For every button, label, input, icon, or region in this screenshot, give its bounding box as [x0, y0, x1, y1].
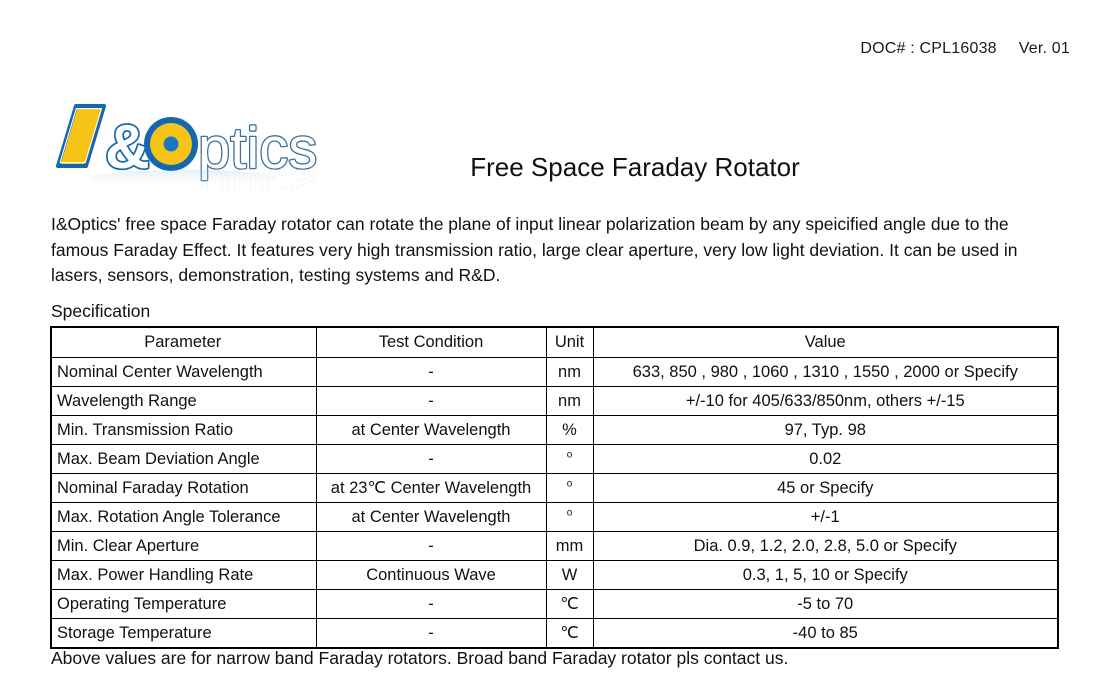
- column-header-unit: Unit: [545, 326, 594, 358]
- cell-value: 45 or Specify: [592, 473, 1059, 503]
- cell-value: Dia. 0.9, 1.2, 2.0, 2.8, 5.0 or Specify: [592, 531, 1059, 561]
- cell-parameter: Max. Rotation Angle Tolerance: [50, 502, 317, 532]
- cell-test-condition: -: [315, 386, 547, 416]
- cell-parameter: Wavelength Range: [50, 386, 317, 416]
- column-header-test-condition: Test Condition: [315, 326, 547, 358]
- table-row: Max. Power Handling Rate Continuous Wave…: [50, 560, 1059, 590]
- cell-test-condition: Continuous Wave: [315, 560, 547, 590]
- intro-paragraph: I&Optics' free space Faraday rotator can…: [51, 214, 1018, 285]
- cell-test-condition: -: [315, 589, 547, 619]
- cell-test-condition: at 23℃ Center Wavelength: [315, 473, 547, 503]
- cell-value: +/-1: [592, 502, 1059, 532]
- cell-value: -40 to 85: [592, 618, 1059, 649]
- cell-test-condition: -: [315, 357, 547, 387]
- cell-parameter: Max. Power Handling Rate: [50, 560, 317, 590]
- table-row: Max. Beam Deviation Angle - o 0.02: [50, 444, 1059, 474]
- cell-value: +/-10 for 405/633/850nm, others +/-15: [592, 386, 1059, 416]
- cell-unit: mm: [545, 531, 594, 561]
- cell-unit: o: [545, 444, 594, 474]
- column-header-parameter: Parameter: [50, 326, 317, 358]
- cell-unit: o: [545, 502, 594, 532]
- cell-parameter: Min. Transmission Ratio: [50, 415, 317, 445]
- table-row: Max. Rotation Angle Tolerance at Center …: [50, 502, 1059, 532]
- cell-unit: nm: [545, 357, 594, 387]
- degree-symbol: o: [566, 507, 573, 518]
- specification-table: Parameter Test Condition Unit Value Nomi…: [50, 326, 1059, 649]
- column-header-value: Value: [592, 326, 1059, 358]
- cell-parameter: Operating Temperature: [50, 589, 317, 619]
- cell-unit: ℃: [545, 618, 594, 649]
- degree-symbol: o: [566, 478, 573, 489]
- table-row: Nominal Faraday Rotation at 23℃ Center W…: [50, 473, 1059, 503]
- table-header-row: Parameter Test Condition Unit Value: [50, 326, 1059, 358]
- footnote-text: Above values are for narrow band Faraday…: [51, 648, 789, 668]
- document-number: DOC# : CPL16038: [860, 40, 997, 57]
- cell-unit: W: [545, 560, 594, 590]
- cell-value: 633, 850 , 980 , 1060 , 1310 , 1550 , 20…: [592, 357, 1059, 387]
- degree-symbol: o: [566, 449, 573, 460]
- table-row: Min. Clear Aperture - mm Dia. 0.9, 1.2, …: [50, 531, 1059, 561]
- table-row: Nominal Center Wavelength - nm 633, 850 …: [50, 357, 1059, 387]
- cell-parameter: Nominal Faraday Rotation: [50, 473, 317, 503]
- cell-test-condition: -: [315, 444, 547, 474]
- specification-label: Specification: [51, 301, 151, 321]
- cell-parameter: Min. Clear Aperture: [50, 531, 317, 561]
- table-row: Operating Temperature - ℃ -5 to 70: [50, 589, 1059, 619]
- cell-unit: %: [545, 415, 594, 445]
- cell-test-condition: -: [315, 618, 547, 649]
- cell-value: 0.02: [592, 444, 1059, 474]
- cell-parameter: Nominal Center Wavelength: [50, 357, 317, 387]
- cell-parameter: Storage Temperature: [50, 618, 317, 649]
- table-row: Min. Transmission Ratio at Center Wavele…: [50, 415, 1059, 445]
- cell-parameter: Max. Beam Deviation Angle: [50, 444, 317, 474]
- document-header: DOC# : CPL16038 Ver. 01: [860, 40, 1070, 58]
- cell-unit: ℃: [545, 589, 594, 619]
- cell-test-condition: at Center Wavelength: [315, 502, 547, 532]
- cell-value: 0.3, 1, 5, 10 or Specify: [592, 560, 1059, 590]
- cell-unit: o: [545, 473, 594, 503]
- table-row: Wavelength Range - nm +/-10 for 405/633/…: [50, 386, 1059, 416]
- specification-table-wrapper: Parameter Test Condition Unit Value Nomi…: [50, 326, 1059, 649]
- table-row: Storage Temperature - ℃ -40 to 85: [50, 618, 1059, 649]
- cell-test-condition: -: [315, 531, 547, 561]
- cell-test-condition: at Center Wavelength: [315, 415, 547, 445]
- document-version: Ver. 01: [1018, 40, 1070, 57]
- cell-unit: nm: [545, 386, 594, 416]
- cell-value: -5 to 70: [592, 589, 1059, 619]
- cell-value: 97, Typ. 98: [592, 415, 1059, 445]
- page-title: Free Space Faraday Rotator: [470, 152, 800, 182]
